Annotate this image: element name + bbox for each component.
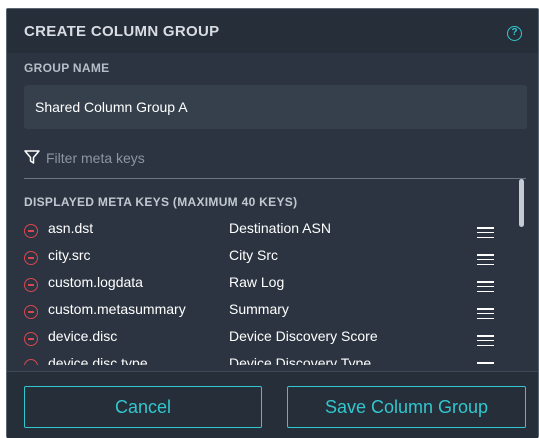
drag-handle-icon[interactable] [477,254,494,266]
minus-circle-icon[interactable] [24,305,38,319]
meta-key-name: device.disc [48,328,118,344]
meta-key-row: device.disc Device Discovery Score [24,327,514,353]
meta-keys-list: asn.dst Destination ASN city.src City Sr… [24,215,514,365]
meta-key-display-name: Device Discovery Score [229,328,378,344]
meta-key-name: city.src [48,247,91,263]
meta-key-name: custom.metasummary [48,301,186,317]
meta-key-name: device.disc.type [48,355,148,365]
cancel-button[interactable]: Cancel [24,386,262,428]
meta-key-row: asn.dst Destination ASN [24,219,514,245]
group-name-input[interactable] [24,85,527,129]
save-column-group-button[interactable]: Save Column Group [287,386,526,428]
dialog-footer: Cancel Save Column Group [7,371,538,438]
meta-key-row: city.src City Src [24,246,514,272]
meta-key-name: asn.dst [48,220,94,236]
minus-circle-icon[interactable] [24,251,38,265]
meta-key-display-name: Destination ASN [229,220,331,236]
dialog-title: CREATE COLUMN GROUP [24,23,220,40]
minus-circle-icon[interactable] [24,224,38,238]
help-icon[interactable]: ? [507,26,522,41]
filter-meta-keys-input[interactable] [46,147,516,169]
meta-key-row: custom.logdata Raw Log [24,273,514,299]
meta-key-display-name: Raw Log [229,274,285,290]
meta-key-name: custom.logdata [48,274,143,290]
minus-circle-icon[interactable] [24,278,38,292]
minus-circle-icon[interactable] [24,332,38,346]
meta-key-display-name: City Src [229,247,278,263]
create-column-group-dialog: CREATE COLUMN GROUP ? GROUP NAME DISPLAY… [6,8,539,438]
meta-key-display-name: Device Discovery Type [229,355,372,365]
funnel-icon [24,150,40,164]
list-scrollbar[interactable] [519,179,524,227]
meta-key-row: device.disc.type Device Discovery Type [24,354,514,365]
displayed-meta-keys-heading: DISPLAYED META KEYS (MAXIMUM 40 KEYS) [24,195,298,209]
filter-meta-keys-row [24,147,526,179]
minus-circle-icon[interactable] [24,359,38,365]
drag-handle-icon[interactable] [477,362,494,365]
drag-handle-icon[interactable] [477,281,494,293]
dialog-header: CREATE COLUMN GROUP ? [7,9,538,53]
meta-key-row: custom.metasummary Summary [24,300,514,326]
drag-handle-icon[interactable] [477,308,494,320]
group-name-label: GROUP NAME [24,61,110,75]
drag-handle-icon[interactable] [477,335,494,347]
meta-key-display-name: Summary [229,301,289,317]
drag-handle-icon[interactable] [477,227,494,239]
